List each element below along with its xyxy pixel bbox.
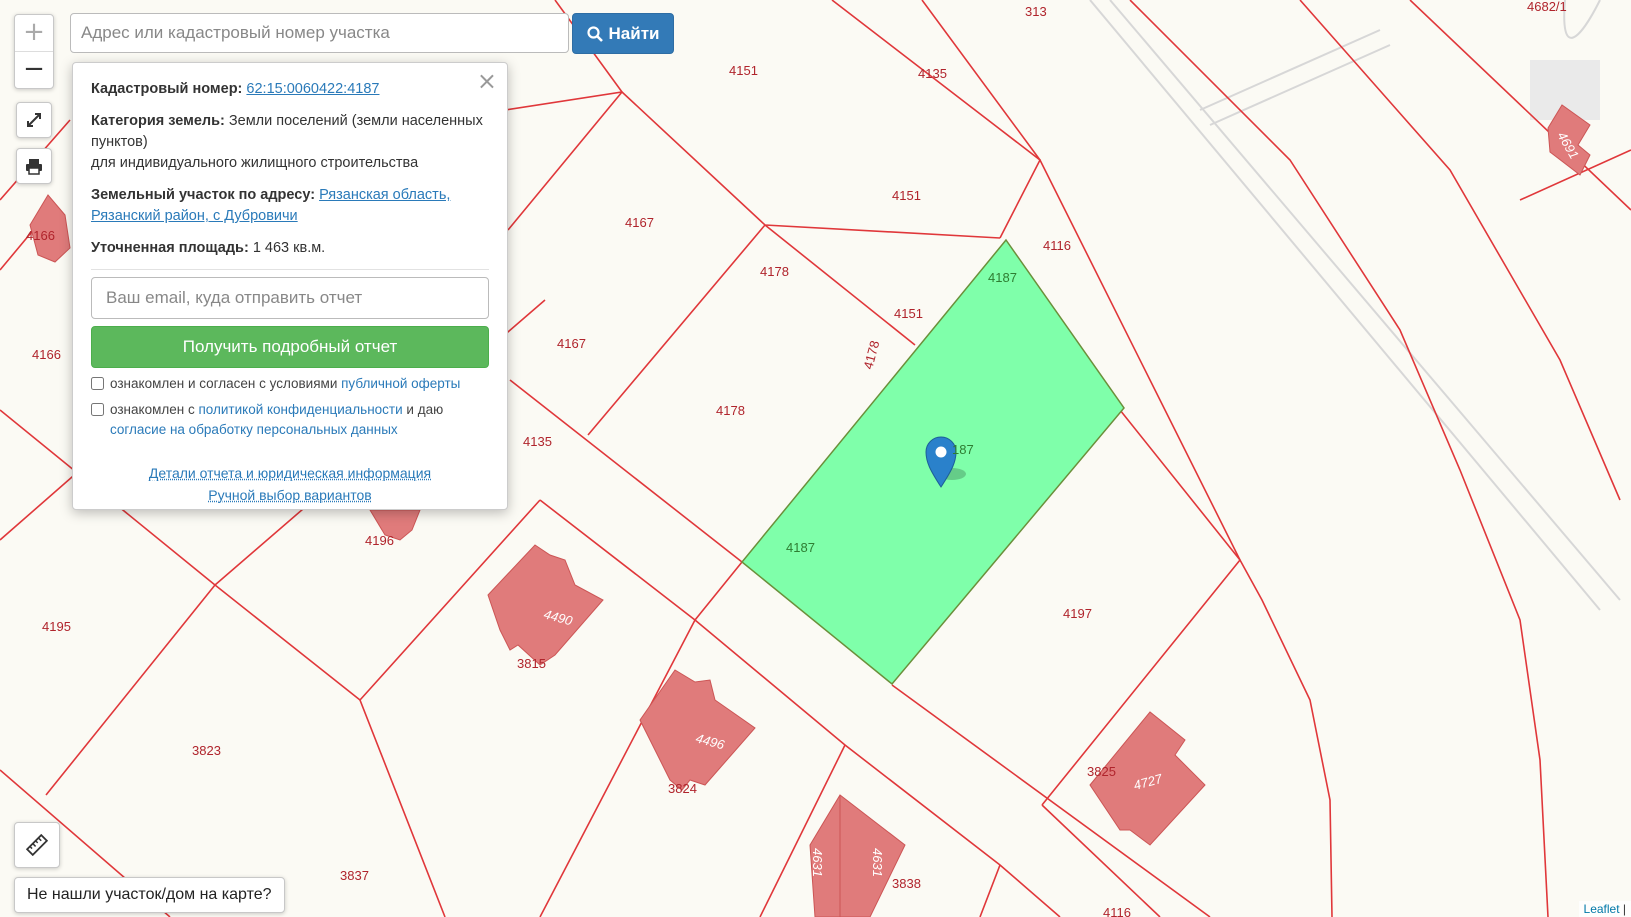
parcel-label-11: 4166 (26, 228, 55, 243)
category-row: Категория земель: Земли поселений (земли… (91, 111, 489, 174)
cadastral-number-link[interactable]: 62:15:0060422:4187 (246, 81, 379, 97)
cadastral-row: Кадастровый номер: 62:15:0060422:4187 (91, 79, 489, 100)
parcel-label-23: 4197 (1063, 606, 1092, 621)
address-row: Земельный участок по адресу: Рязанская о… (91, 185, 489, 227)
parcel-label-19: 3824 (668, 781, 697, 796)
road-lines (1089, 0, 1621, 611)
public-offer-link[interactable]: публичной оферты (341, 376, 460, 391)
parcel-label-8: 4151 (894, 306, 923, 321)
parcel-label-20: 3825 (1087, 764, 1116, 779)
search-icon (586, 25, 603, 42)
parcel-label-15: 4196 (365, 533, 394, 548)
parcel-label-6: 4167 (625, 215, 654, 230)
map-attribution: Leaflet | (1578, 901, 1631, 917)
attribution-separator: | (1619, 902, 1626, 916)
expand-icon (27, 113, 41, 127)
parcel-label-3: 4135 (918, 66, 947, 81)
report-details-link[interactable]: Детали отчета и юридическая информация (149, 465, 431, 481)
parcel-label-16: 4195 (42, 619, 71, 634)
consent-offer-checkbox[interactable] (91, 377, 104, 390)
divider (91, 269, 489, 270)
measure-button[interactable] (14, 822, 60, 868)
zoom-control: + − (14, 14, 54, 89)
privacy-policy-link[interactable]: политикой конфиденциальности (198, 402, 402, 417)
consent-privacy-checkbox[interactable] (91, 403, 104, 416)
parcel-label-1: 4682/1 (1527, 0, 1567, 14)
printer-icon (26, 159, 42, 175)
cadastral-label: Кадастровый номер: (91, 81, 243, 97)
search-button[interactable]: Найти (572, 13, 674, 54)
building-label-4: 4631 (810, 848, 825, 877)
parcel-label-17: 3815 (517, 656, 546, 671)
search-input[interactable] (70, 13, 569, 53)
consent-offer: ознакомлен и согласен с условиями публич… (91, 374, 489, 394)
category-label: Категория земель: (91, 113, 225, 129)
consent-offer-text: ознакомлен и согласен с условиями (110, 376, 338, 391)
area-label: Уточненная площадь: (91, 240, 249, 256)
parcel-label-10: 4167 (557, 336, 586, 351)
area-row: Уточненная площадь: 1 463 кв.м. (91, 238, 489, 259)
building-label-5: 4631 (870, 848, 885, 877)
fullscreen-button[interactable] (16, 102, 52, 138)
parcel-label-21: 3837 (340, 868, 369, 883)
parcel-label-18: 3823 (192, 743, 221, 758)
manual-selection-link[interactable]: Ручной выбор вариантов (208, 487, 372, 503)
parcel-label-12: 4166 (32, 347, 61, 362)
parcel-label-4: 4151 (892, 188, 921, 203)
consent-privacy-text: ознакомлен с (110, 402, 195, 417)
consent-privacy: ознакомлен с политикой конфиденциальност… (91, 400, 489, 440)
ruler-icon (26, 834, 48, 856)
parcel-label-5: 4116 (1043, 238, 1071, 253)
close-icon[interactable]: × (477, 67, 497, 95)
selected-label-1: 4187 (786, 540, 815, 555)
zoom-out-button[interactable]: − (15, 52, 53, 88)
parcel-info-popup: × Кадастровый номер: 62:15:0060422:4187 … (72, 62, 508, 510)
leaflet-link[interactable]: Leaflet (1584, 902, 1620, 916)
email-field[interactable] (91, 277, 489, 319)
parcel-label-7: 4178 (760, 264, 789, 279)
selected-label-2: 187 (952, 442, 974, 457)
consent-privacy-text2: и даю (406, 402, 444, 417)
parcel-label-24: 4116 (1103, 905, 1131, 917)
parcel-label-9: 4178 (860, 339, 882, 371)
parcel-label-22: 3838 (892, 876, 921, 891)
not-found-button[interactable]: Не нашли участок/дом на карте? (14, 877, 285, 913)
parcel-label-0: 313 (1025, 4, 1047, 19)
print-button[interactable] (16, 148, 52, 184)
address-label: Земельный участок по адресу: (91, 187, 316, 203)
parcel-label-13: 4178 (716, 403, 745, 418)
parcel-label-2: 4151 (729, 63, 758, 78)
parcel-label-14: 4135 (523, 434, 552, 449)
search-button-label: Найти (608, 23, 660, 43)
area-value: 1 463 кв.м. (252, 240, 326, 256)
popup-links: Детали отчета и юридическая информация Р… (91, 462, 489, 506)
usage-value: для индивидуального жилищного строительс… (91, 155, 419, 171)
selected-label-0: 4187 (988, 270, 1017, 285)
personal-data-consent-link[interactable]: согласие на обработку персональных данны… (110, 422, 398, 437)
zoom-in-button[interactable]: + (15, 15, 53, 52)
get-report-button[interactable]: Получить подробный отчет (91, 326, 489, 368)
